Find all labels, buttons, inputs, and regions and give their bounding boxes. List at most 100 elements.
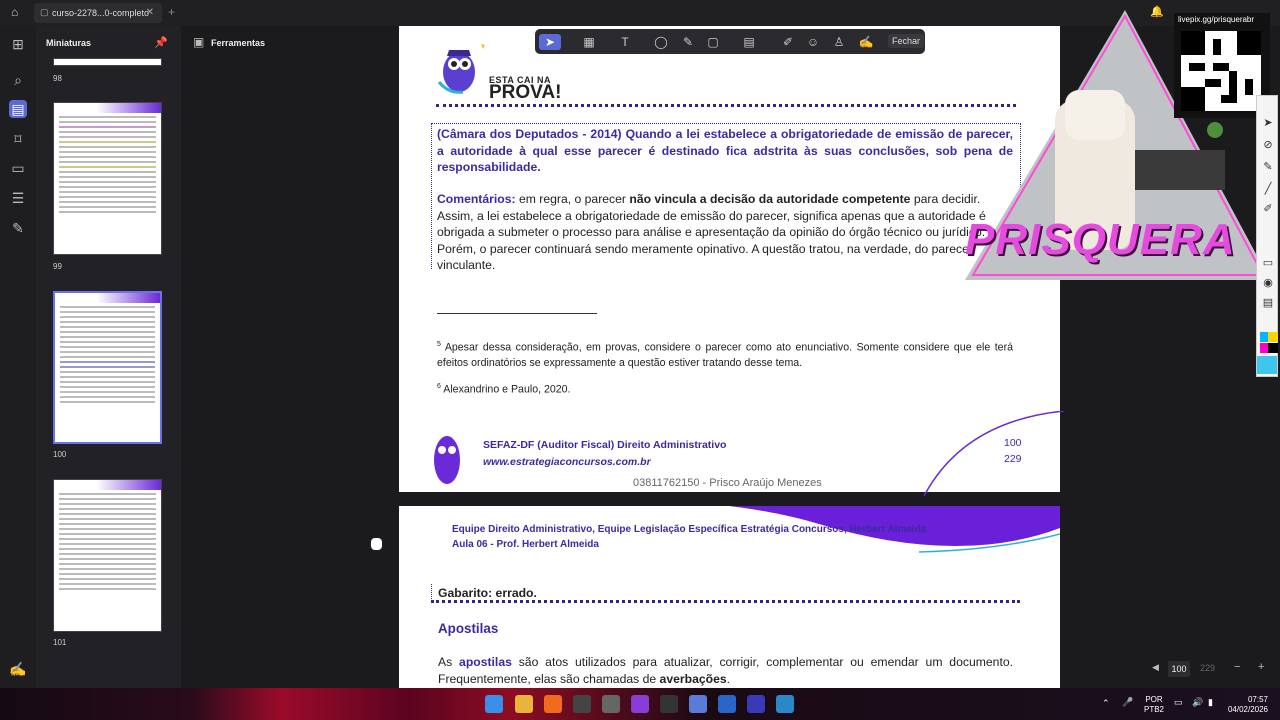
tools-title[interactable]: Ferramentas [211,38,265,48]
camera-icon[interactable]: ◉ [1260,276,1276,292]
pdf-app-icon[interactable] [747,695,765,713]
highlight-tool-icon[interactable]: ✎ [680,34,696,50]
zoom-out-icon[interactable]: − [1234,661,1240,673]
marker-tool-icon[interactable]: ✎ [1260,160,1276,176]
network-icon[interactable]: ▭ [1174,697,1183,708]
page-thumbnail-selected[interactable] [53,291,162,444]
stamp-tool-icon[interactable]: ♙ [831,34,847,50]
footnote-5: 5 Apesar dessa consideração, em provas, … [437,337,1013,371]
sticker-tool-icon[interactable]: ☺ [805,34,821,50]
search-icon[interactable]: ⌕ [9,71,27,89]
browser-icon[interactable] [544,695,562,713]
comment-text-bold: não vincula a decisão da autoridade comp… [629,192,911,206]
footer-course: SEFAZ-DF (Auditor Fiscal) Direito Admini… [483,439,727,451]
question-text: (Câmara dos Deputados - 2014) Quando a l… [437,127,1013,174]
dotted-divider [436,104,1016,107]
footnote-text: Apesar dessa consideração, em provas, co… [437,341,1013,369]
line-tool-icon[interactable]: ╱ [1260,182,1276,198]
signature-tool-icon[interactable]: ✍ [858,34,874,50]
text-tool-icon[interactable]: T [617,34,633,50]
clock[interactable]: 07:57 04/02/2026 [1226,695,1268,715]
attachment-icon[interactable]: ✎ [9,219,27,237]
pencil-tool-icon[interactable]: ✐ [780,34,796,50]
battery-icon[interactable]: ▮ [1208,697,1213,708]
section-title: Apostilas [438,621,499,636]
sign-icon[interactable]: ✍ [9,660,27,678]
comment-tool-icon[interactable]: ◯ [653,34,669,50]
clock-time: 07:57 [1247,695,1268,704]
footnote-6: 6 Alexandrino e Paulo, 2020. [437,383,570,396]
file-explorer-icon[interactable] [515,695,533,713]
footer-url[interactable]: www.estrategiaconcursos.com.br [483,456,651,468]
comment-icon[interactable]: ▭ [9,159,27,177]
thumbnails-icon[interactable]: ▤ [9,100,27,118]
microphone-icon[interactable]: 🎤 [1122,697,1133,708]
page-thumbnail[interactable] [53,58,162,66]
clear-icon[interactable]: ▭ [1260,256,1276,272]
app-icon[interactable] [631,695,649,713]
grid-icon[interactable]: ⊞ [9,35,27,53]
comment-label: Comentários: [437,192,516,206]
bookmark-icon[interactable]: ⌑ [9,130,27,148]
brand-watermark: PRISQUERA [965,215,1236,264]
app-icon[interactable] [602,695,620,713]
start-icon[interactable] [485,695,503,713]
tab-title: curso-2278...0-completo [52,8,150,18]
app-icon[interactable] [573,695,591,713]
section-paragraph: As apostilas são atos utilizados para at… [438,654,1013,687]
answer-text: Gabarito: errado. [438,586,537,600]
language-line2: PTB2 [1144,705,1165,714]
measure-tool-icon[interactable]: ▤ [741,34,757,50]
footer-swoosh [924,411,1064,496]
hand-cursor-icon [370,537,383,551]
footer-owl-icon [434,436,460,484]
close-button[interactable]: Fechar [888,34,925,48]
para-keyword: apostilas [459,655,512,669]
page-nav-icon[interactable]: ◀ [1152,662,1159,673]
color-black[interactable] [1268,343,1278,353]
draw-palette: ➤ ⊘ ✎ ╱ ✐ ▭ ◉ ▤ [1256,95,1278,377]
pdf-page: Equipe Direito Administrativo, Equipe Le… [399,506,1060,688]
layers-icon[interactable]: ☰ [9,189,27,207]
close-tab-icon[interactable]: ✕ [146,7,154,18]
language-indicator[interactable]: POR PTB2 [1144,695,1164,715]
home-icon[interactable]: ⌂ [11,5,18,19]
page-number: 99 [53,262,62,271]
para-keyword-2: averbações [659,671,727,686]
app-icon[interactable] [660,695,678,713]
color-blue[interactable] [1257,356,1277,374]
shape-tool-icon[interactable]: ▢ [705,34,721,50]
header-authors: Equipe Direito Administrativo, Equipe Le… [452,524,927,535]
zoom-in-icon[interactable]: + [1258,661,1264,673]
eraser-tool-icon[interactable]: ⊘ [1260,138,1276,154]
page-thumbnail[interactable] [53,102,162,255]
document-tab[interactable]: ▢ curso-2278...0-completo ✕ [34,3,162,23]
logo-title: PROVA! [489,82,562,103]
page-input[interactable]: 100 [1168,661,1190,677]
new-tab-icon[interactable]: + [168,5,175,19]
cursor-tool-icon[interactable]: ➤ [1260,116,1276,132]
volume-icon[interactable]: 🔊 [1192,697,1203,708]
pdf-page: ESTA CAI NA PROVA! (Câmara dos Deputados… [399,26,1064,496]
color-yellow[interactable] [1268,332,1278,342]
chevron-up-icon[interactable]: ⌃ [1102,698,1110,709]
clock-date: 04/02/2026 [1227,705,1268,714]
page-number: 98 [53,74,62,83]
pin-icon[interactable]: 📌 [154,36,168,49]
footnote-divider [437,313,597,314]
toolbox-icon[interactable]: ▣ [193,35,204,49]
page-number: 101 [53,638,67,647]
page-thumbnail[interactable] [53,479,162,632]
clipboard-icon[interactable]: ▤ [1260,296,1276,312]
thumbnail-header [54,480,161,490]
thumbnails-panel: Miniaturas 📌 98 99 100 101 ‹ ··· › [36,26,251,688]
pen-tool-icon[interactable]: ✐ [1260,202,1276,218]
app-icon[interactable] [689,695,707,713]
watermark: 03811762150 - Prisco Araújo Menezes [633,477,822,489]
taskbar: ⌃ 🎤 POR PTB2 ▭ 🔊 ▮ 07:57 04/02/2026 [0,688,1280,720]
frame-tool-icon[interactable]: ▦ [581,34,597,50]
app-icon[interactable] [776,695,794,713]
left-rail: ⊞ ⌕ ▤ ⌑ ▭ ☰ ✎ ✍ [0,26,36,688]
app-icon[interactable] [718,695,736,713]
select-tool-icon[interactable]: ➤ [539,34,561,50]
